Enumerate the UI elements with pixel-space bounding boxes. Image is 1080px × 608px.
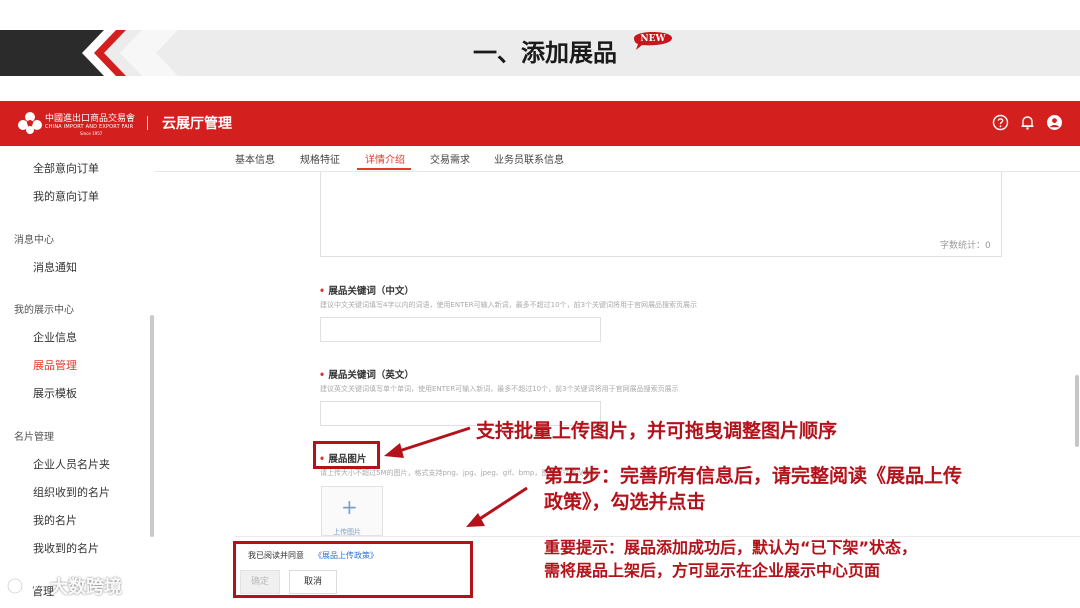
slide: 一、添加展品 NEW 中國進出口商品交易會 CHINA IMPORT AND E…: [0, 0, 1080, 608]
watermark-logo-icon: [7, 578, 36, 594]
canton-fair-logo-icon: [18, 112, 42, 134]
annotation-batch-upload: 支持批量上传图片，并可拖曳调整图片顺序: [476, 420, 838, 442]
annotation-tip-line2: 需将展品上架后，方可显示在企业展示中心页面: [544, 561, 881, 580]
keywords-en-label: • 展品关键词（英文）: [319, 367, 414, 381]
logo-text-en: CHINA IMPORT AND EXPORT FAIR: [45, 124, 134, 130]
sidebar-scrollbar[interactable]: [150, 315, 154, 537]
keywords-cn-label-text: 展品关键词（中文）: [328, 286, 414, 297]
sidebar-item-notifications[interactable]: 消息通知: [33, 259, 77, 275]
annotation-step5-line1: 第五步：完善所有信息后，请完整阅读《展品上传: [544, 465, 963, 487]
required-mark: •: [319, 286, 329, 297]
sidebar-item-staff-cards[interactable]: 企业人员名片夹: [33, 456, 110, 472]
new-badge-icon: NEW: [634, 32, 672, 50]
chevron-decoration-icon: [60, 30, 178, 76]
sidebar-item-org-received-cards[interactable]: 组织收到的名片: [33, 484, 110, 500]
required-mark: •: [319, 370, 329, 381]
sidebar-item-my-orders[interactable]: 我的意向订单: [33, 188, 99, 204]
tab-basic-info[interactable]: 基本信息: [235, 151, 275, 166]
keywords-cn-label: • 展品关键词（中文）: [319, 283, 414, 297]
sidebar-group-cards: 名片管理: [14, 432, 54, 443]
tab-bar: [155, 146, 1080, 172]
help-icon[interactable]: [992, 114, 1009, 131]
main-scrollbar[interactable]: [1075, 375, 1079, 447]
sidebar-group-messages: 消息中心: [14, 235, 54, 246]
logo-since: Since 1957: [80, 131, 103, 136]
keywords-en-hint: 建议英文关键词填写单个单词，使用ENTER可输入新词，最多不超过10个，前3个关…: [320, 385, 679, 393]
highlight-box-images: [313, 441, 380, 469]
keywords-en-label-text: 展品关键词（英文）: [328, 370, 414, 381]
watermark-text: 大数跨境: [50, 577, 122, 598]
sidebar-group-showcase: 我的展示中心: [14, 305, 74, 316]
keywords-cn-hint: 建议中文关键词填写4字以内的词语，使用ENTER可输入新词，最多不超过10个，前…: [320, 301, 698, 309]
tab-sales-contact[interactable]: 业务员联系信息: [494, 151, 564, 166]
annotation-step5-line2: 政策》，勾选并点击: [544, 491, 706, 513]
word-count: 字数统计：0: [940, 241, 991, 251]
sidebar-item-display-template[interactable]: 展示模板: [33, 385, 77, 401]
bell-icon[interactable]: [1019, 114, 1036, 131]
sidebar-item-received-cards[interactable]: 我收到的名片: [33, 540, 99, 556]
tab-specs[interactable]: 规格特征: [300, 151, 340, 166]
sidebar-item-company-info[interactable]: 企业信息: [33, 329, 77, 345]
slide-title: 一、添加展品: [473, 39, 617, 67]
user-icon[interactable]: [1046, 114, 1063, 131]
plus-icon: +: [341, 495, 358, 519]
sidebar-item-exhibit-management[interactable]: 展品管理: [33, 357, 77, 373]
topbar-divider: [147, 116, 148, 130]
sidebar-item-my-card[interactable]: 我的名片: [33, 512, 77, 528]
tab-trade-demand[interactable]: 交易需求: [430, 151, 470, 166]
new-badge-text: NEW: [640, 34, 666, 44]
sidebar-item-all-orders[interactable]: 全部意向订单: [33, 160, 99, 176]
keywords-cn-input[interactable]: [320, 317, 601, 342]
app-title: 云展厅管理: [162, 116, 232, 132]
tab-details[interactable]: 详情介绍: [365, 151, 405, 166]
sidebar: [0, 146, 155, 608]
annotation-tip-line1: 重要提示：展品添加成功后，默认为“已下架”状态，: [544, 538, 918, 557]
logo-text-cn: 中國進出口商品交易會: [45, 114, 136, 124]
detail-textarea[interactable]: [320, 172, 1002, 257]
highlight-box-footer: [233, 541, 473, 598]
active-tab-indicator: [357, 168, 411, 170]
